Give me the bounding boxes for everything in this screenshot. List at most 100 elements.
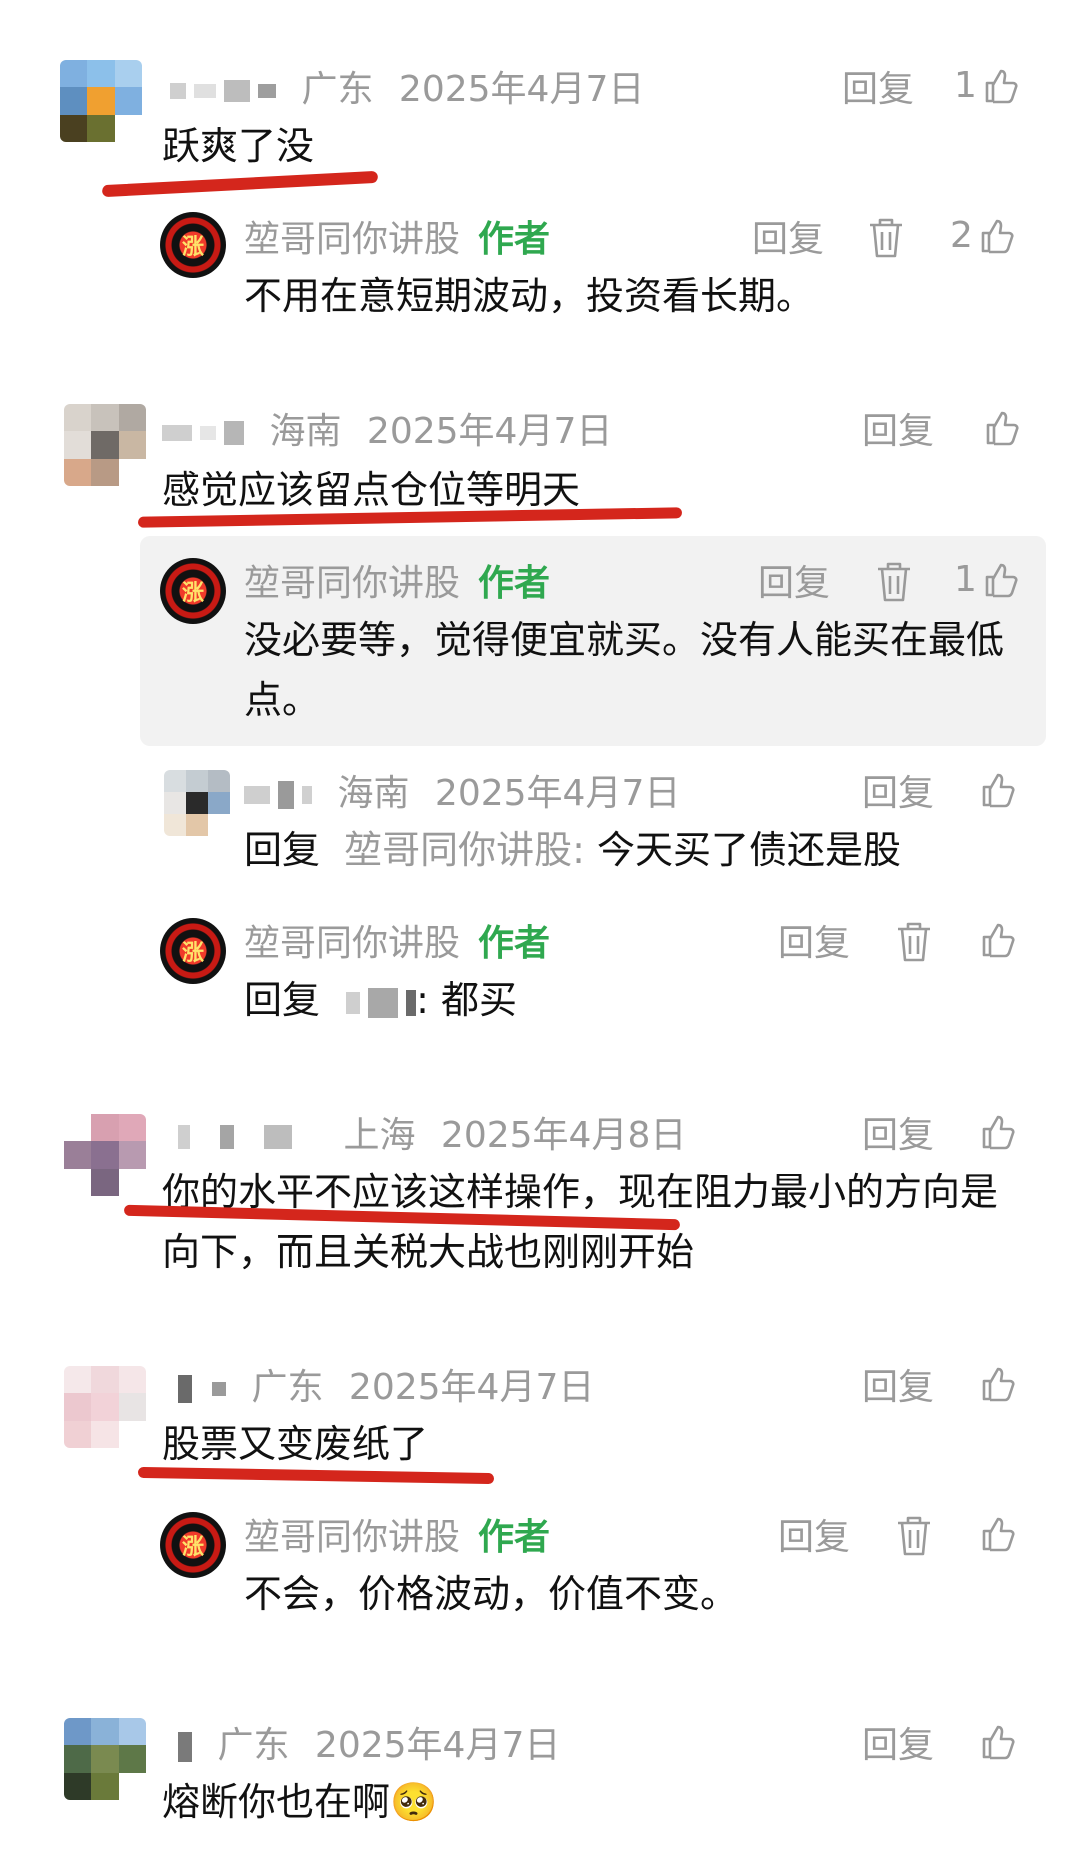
like-count: 1 xyxy=(954,65,977,106)
thumbs-up-icon xyxy=(977,216,1017,256)
comment-meta: 上海 2025年4月8日 xyxy=(178,1118,686,1154)
trash-icon[interactable] xyxy=(874,560,914,604)
sub-reply-body: 今天买了债还是股 xyxy=(584,828,902,872)
author-name[interactable]: 堃哥同你讲股 xyxy=(244,563,460,604)
reply-button[interactable]: 回复 xyxy=(778,1520,850,1556)
comment-body: 熔断你也在啊 xyxy=(162,1780,391,1824)
reply-button[interactable]: 回复 xyxy=(862,1728,934,1764)
author-meta: 堃哥同你讲股 作者 xyxy=(244,566,550,602)
author-reply-text: 没必要等，觉得便宜就买。没有人能买在最低点。 xyxy=(244,618,1005,722)
author-badge: 作者 xyxy=(478,1517,551,1558)
thumbs-up-icon xyxy=(982,408,1022,448)
trash-icon[interactable] xyxy=(894,1514,934,1558)
comment-text: 跃爽了没 xyxy=(162,124,315,168)
like-button[interactable] xyxy=(978,1364,1018,1404)
author-name[interactable]: 堃哥同你讲股 xyxy=(244,1517,460,1558)
author-meta: 堃哥同你讲股 作者 xyxy=(244,1520,550,1556)
comment-date: 2025年4月7日 xyxy=(398,69,645,110)
comment-text: 股票又变废纸了 xyxy=(162,1422,429,1466)
red-underline xyxy=(137,1466,495,1485)
reply-button[interactable]: 回复 xyxy=(862,1370,934,1406)
comment-location: 海南 xyxy=(337,773,410,814)
reply-target[interactable]: 堃哥同你讲股: xyxy=(344,828,585,872)
reply-button[interactable]: 回复 xyxy=(752,222,824,258)
like-count: 2 xyxy=(950,215,973,256)
comment-location: 海南 xyxy=(269,411,342,452)
reply-button[interactable]: 回复 xyxy=(758,566,830,602)
avatar[interactable] xyxy=(64,1366,146,1448)
author-badge: 作者 xyxy=(478,923,551,964)
author-reply-text: 不用在意短期波动，投资看长期。 xyxy=(244,274,815,318)
thumbs-up-icon xyxy=(978,770,1018,810)
blurred-username xyxy=(178,1375,226,1403)
blurred-username xyxy=(244,781,312,809)
comment-text: 熔断你也在啊🥺 xyxy=(162,1772,437,1832)
like-button[interactable]: 2 xyxy=(950,216,1017,256)
author-badge: 作者 xyxy=(478,219,551,260)
author-avatar[interactable]: 涨 xyxy=(160,212,226,278)
reply-button[interactable]: 回复 xyxy=(842,72,914,108)
blurred-username[interactable] xyxy=(346,987,417,1018)
author-meta: 堃哥同你讲股 作者 xyxy=(244,222,550,258)
blurred-username xyxy=(170,80,276,102)
blurred-username xyxy=(162,421,244,445)
reply-button[interactable]: 回复 xyxy=(778,926,850,962)
avatar[interactable] xyxy=(64,1718,146,1800)
like-button[interactable] xyxy=(978,770,1018,810)
like-button[interactable] xyxy=(978,1514,1018,1554)
thumbs-up-icon xyxy=(978,1364,1018,1404)
comment-date: 2025年4月7日 xyxy=(348,1367,595,1408)
trash-icon[interactable] xyxy=(866,216,906,260)
reply-button[interactable]: 回复 xyxy=(862,1118,934,1154)
comment-date: 2025年4月8日 xyxy=(440,1115,687,1156)
thumbs-up-icon xyxy=(978,1722,1018,1762)
comment-date: 2025年4月7日 xyxy=(434,773,681,814)
comment-location: 广东 xyxy=(217,1725,290,1766)
trash-icon[interactable] xyxy=(894,920,934,964)
author-avatar[interactable]: 涨 xyxy=(160,918,226,984)
reply-prefix: 回复 xyxy=(244,828,321,872)
like-count: 1 xyxy=(954,559,977,600)
reply-button[interactable]: 回复 xyxy=(862,414,934,450)
reply-prefix: 回复 xyxy=(244,978,321,1022)
comment-meta: 广东 2025年4月7日 xyxy=(178,1370,594,1406)
sub-reply-text: 回复 堃哥同你讲股: 今天买了债还是股 xyxy=(244,820,901,880)
author-reply-body: 都买 xyxy=(428,978,518,1022)
thumbs-up-icon xyxy=(978,920,1018,960)
thumbs-up-icon xyxy=(981,66,1021,106)
thumbs-up-icon xyxy=(981,560,1021,600)
like-button[interactable] xyxy=(978,1722,1018,1762)
comment-date: 2025年4月7日 xyxy=(314,1725,561,1766)
like-button[interactable] xyxy=(978,920,1018,960)
blurred-username xyxy=(178,1732,192,1762)
comment-meta: 广东 2025年4月7日 xyxy=(178,1728,560,1764)
avatar[interactable] xyxy=(64,404,146,486)
author-meta: 堃哥同你讲股 作者 xyxy=(244,926,550,962)
like-button[interactable]: 1 xyxy=(954,66,1021,106)
avatar[interactable] xyxy=(64,1114,146,1196)
author-badge: 作者 xyxy=(478,563,551,604)
comment-meta: 广东 2025年4月7日 xyxy=(170,72,644,108)
author-name[interactable]: 堃哥同你讲股 xyxy=(244,219,460,260)
avatar[interactable] xyxy=(164,770,230,836)
author-avatar[interactable]: 涨 xyxy=(160,558,226,624)
author-reply-text: 回复 : 都买 xyxy=(244,970,517,1030)
thumbs-up-icon xyxy=(978,1514,1018,1554)
comment-location: 上海 xyxy=(343,1115,416,1156)
comment-meta: 海南 2025年4月7日 xyxy=(162,414,612,450)
thumbs-up-icon xyxy=(978,1112,1018,1152)
blurred-username xyxy=(178,1125,292,1149)
avatar[interactable] xyxy=(60,60,142,142)
reply-button[interactable]: 回复 xyxy=(862,776,934,812)
comment-meta: 海南 2025年4月7日 xyxy=(244,776,680,812)
reply-target-suffix: : xyxy=(416,978,429,1022)
like-button[interactable] xyxy=(978,1112,1018,1152)
pleading-face-icon: 🥺 xyxy=(390,1780,438,1824)
author-avatar[interactable]: 涨 xyxy=(160,1512,226,1578)
author-reply-text: 不会，价格波动，价值不变。 xyxy=(244,1572,739,1616)
like-button[interactable] xyxy=(978,408,1022,448)
comment-date: 2025年4月7日 xyxy=(366,411,613,452)
like-button[interactable]: 1 xyxy=(954,560,1021,600)
author-name[interactable]: 堃哥同你讲股 xyxy=(244,923,460,964)
comment-location: 广东 xyxy=(251,1367,324,1408)
